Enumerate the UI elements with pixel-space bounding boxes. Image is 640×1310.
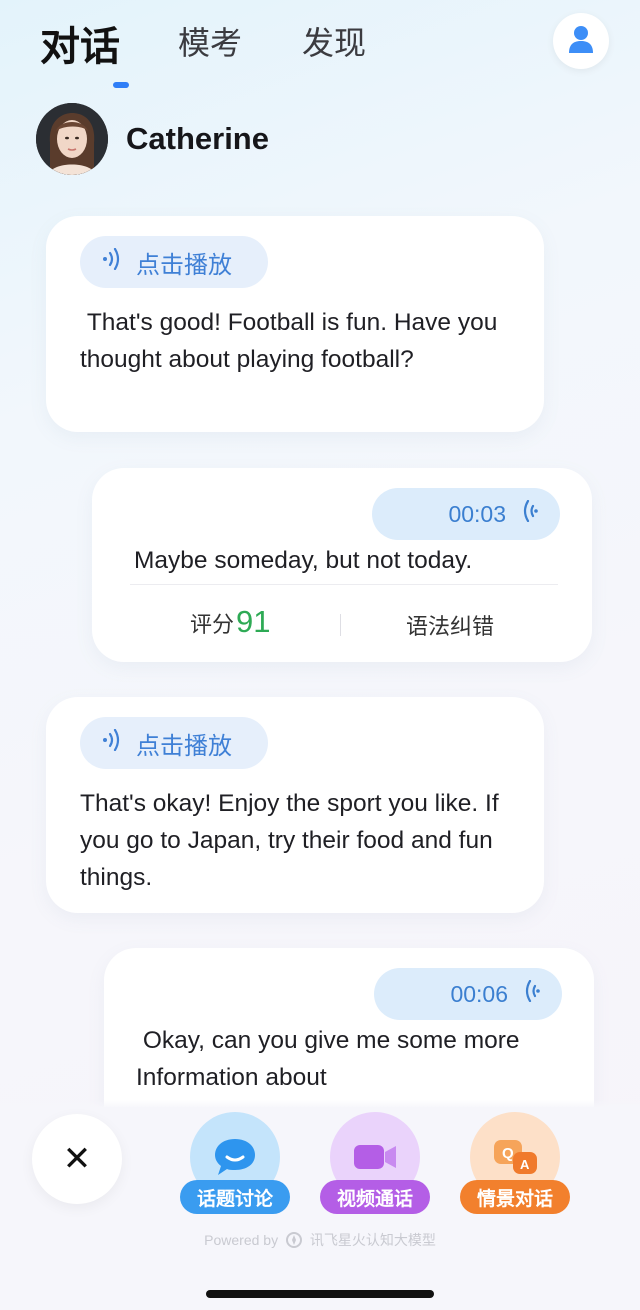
spark-logo-icon	[285, 1231, 302, 1251]
character-name: Catherine	[126, 121, 269, 156]
tab-dialogue[interactable]: 对话	[40, 14, 120, 72]
play-audio-button[interactable]: 点击播放	[80, 717, 268, 769]
bot-message: 点击播放 That's okay! Enjoy the sport you li…	[46, 697, 544, 913]
tab-mock-exam[interactable]: 模考	[178, 18, 242, 64]
user-message: 00:03 Maybe someday, but not today. 评分 9…	[92, 468, 592, 662]
divider	[130, 584, 558, 585]
play-audio-label: 点击播放	[136, 250, 232, 279]
sound-wave-icon	[520, 499, 538, 528]
audio-duration-button[interactable]: 00:03	[372, 488, 560, 540]
video-call-label: 视频通话	[320, 1180, 430, 1214]
close-icon: ✕	[62, 1139, 92, 1179]
bot-message: 点击播放 That's good! Football is fun. Have …	[46, 216, 544, 432]
message-text: Maybe someday, but not today.	[134, 547, 473, 574]
user-profile-button[interactable]	[553, 13, 609, 69]
sound-wave-icon	[102, 728, 122, 757]
score-display: 评分 91	[190, 604, 271, 640]
sound-wave-icon	[522, 979, 540, 1008]
home-indicator	[206, 1290, 434, 1298]
tab-discover[interactable]: 发现	[302, 18, 366, 64]
top-tab-bar: 对话 模考 发现	[40, 14, 640, 88]
scenario-dialogue-button[interactable]: QA 情景对话	[460, 1112, 570, 1222]
message-text: Okay, can you give me some more Informat…	[136, 1027, 527, 1091]
play-audio-label: 点击播放	[136, 731, 232, 760]
video-call-button[interactable]: 视频通话	[320, 1112, 430, 1222]
audio-duration-button[interactable]: 00:06	[374, 968, 562, 1020]
avatar[interactable]	[36, 103, 108, 175]
audio-duration: 00:03	[448, 500, 506, 527]
score-label: 评分	[190, 613, 235, 638]
bottom-action-bar: ✕ 话题讨论 视频通话 QA 情景对话 Powered by 讯飞星火认知大模型	[0, 1100, 640, 1310]
powered-by-brand: 讯飞星火认知大模型	[309, 1232, 436, 1248]
sound-wave-icon	[102, 247, 122, 276]
topic-discussion-label: 话题讨论	[180, 1180, 290, 1214]
divider	[340, 614, 341, 636]
svg-text:A: A	[520, 1157, 530, 1172]
powered-by-text: Powered by	[204, 1232, 279, 1248]
close-button[interactable]: ✕	[32, 1114, 122, 1204]
scenario-dialogue-label: 情景对话	[460, 1180, 570, 1214]
message-text: That's okay! Enjoy the sport you like. I…	[80, 790, 499, 891]
svg-text:Q: Q	[502, 1145, 514, 1162]
active-tab-indicator	[113, 82, 129, 88]
grammar-correction-button[interactable]: 语法纠错	[406, 609, 494, 641]
character-header: Catherine	[36, 102, 269, 176]
topic-discussion-button[interactable]: 话题讨论	[180, 1112, 290, 1222]
audio-duration: 00:06	[450, 980, 508, 1007]
score-value: 91	[236, 604, 271, 639]
user-icon	[568, 24, 594, 58]
play-audio-button[interactable]: 点击播放	[80, 236, 268, 288]
powered-by-footer: Powered by 讯飞星火认知大模型	[0, 1230, 640, 1251]
message-text: That's good! Football is fun. Have you t…	[80, 309, 505, 373]
